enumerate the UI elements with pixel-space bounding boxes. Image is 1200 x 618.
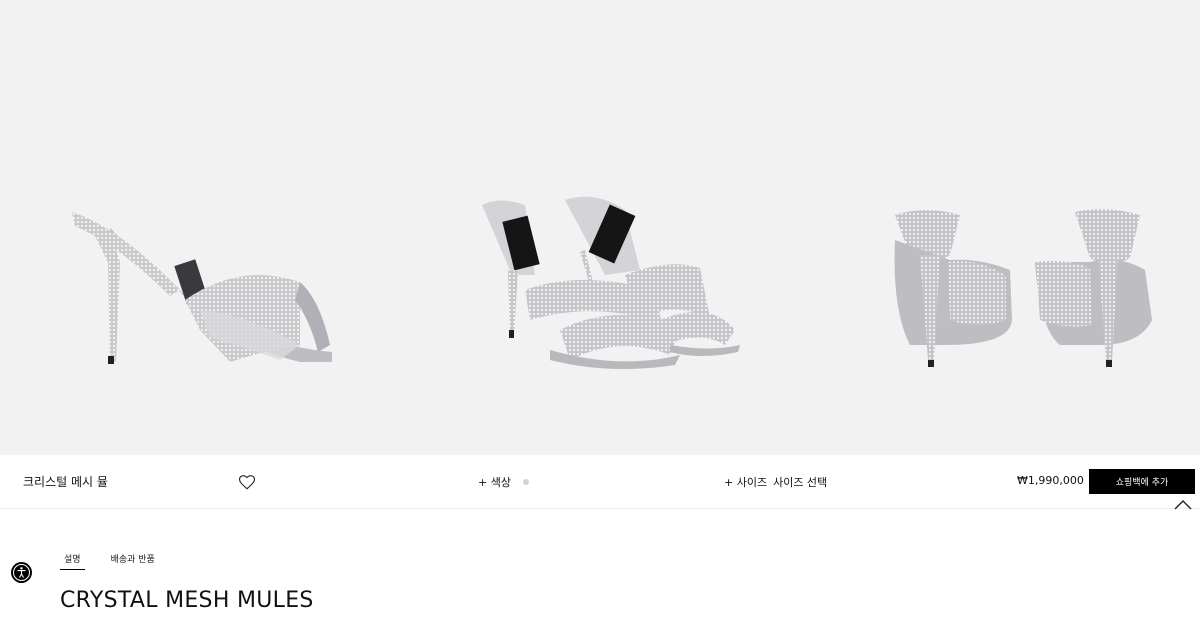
product-image-side[interactable]: [0, 0, 400, 455]
product-image-back[interactable]: [800, 0, 1200, 455]
purchase-bar: 크리스털 메시 뮬 + 색상 + 사이즈 사이즈 선택 ₩1,990,000 쇼…: [0, 455, 1200, 509]
info-tabs: 설명 배송과 반품: [60, 552, 159, 570]
size-value: 사이즈 선택: [773, 476, 828, 489]
size-selector[interactable]: + 사이즈 사이즈 선택: [724, 474, 827, 490]
color-selector[interactable]: + 색상: [478, 474, 529, 490]
wishlist-heart-icon[interactable]: [238, 473, 256, 491]
tab-shipping-returns[interactable]: 배송과 반품: [107, 552, 159, 570]
tab-description[interactable]: 설명: [60, 552, 85, 570]
product-name: 크리스털 메시 뮬: [23, 475, 108, 489]
product-price: ₩1,990,000: [1017, 474, 1084, 487]
accessibility-icon[interactable]: [11, 562, 32, 583]
size-label: + 사이즈: [724, 476, 768, 489]
chevron-up-icon[interactable]: [1173, 497, 1193, 511]
product-gallery: [0, 0, 1200, 455]
add-to-bag-button[interactable]: 쇼핑백에 추가: [1089, 469, 1195, 494]
color-swatch[interactable]: [522, 479, 529, 485]
page-title: CRYSTAL MESH MULES: [60, 588, 314, 613]
color-label: + 색상: [478, 476, 511, 489]
product-image-front[interactable]: [400, 0, 800, 455]
